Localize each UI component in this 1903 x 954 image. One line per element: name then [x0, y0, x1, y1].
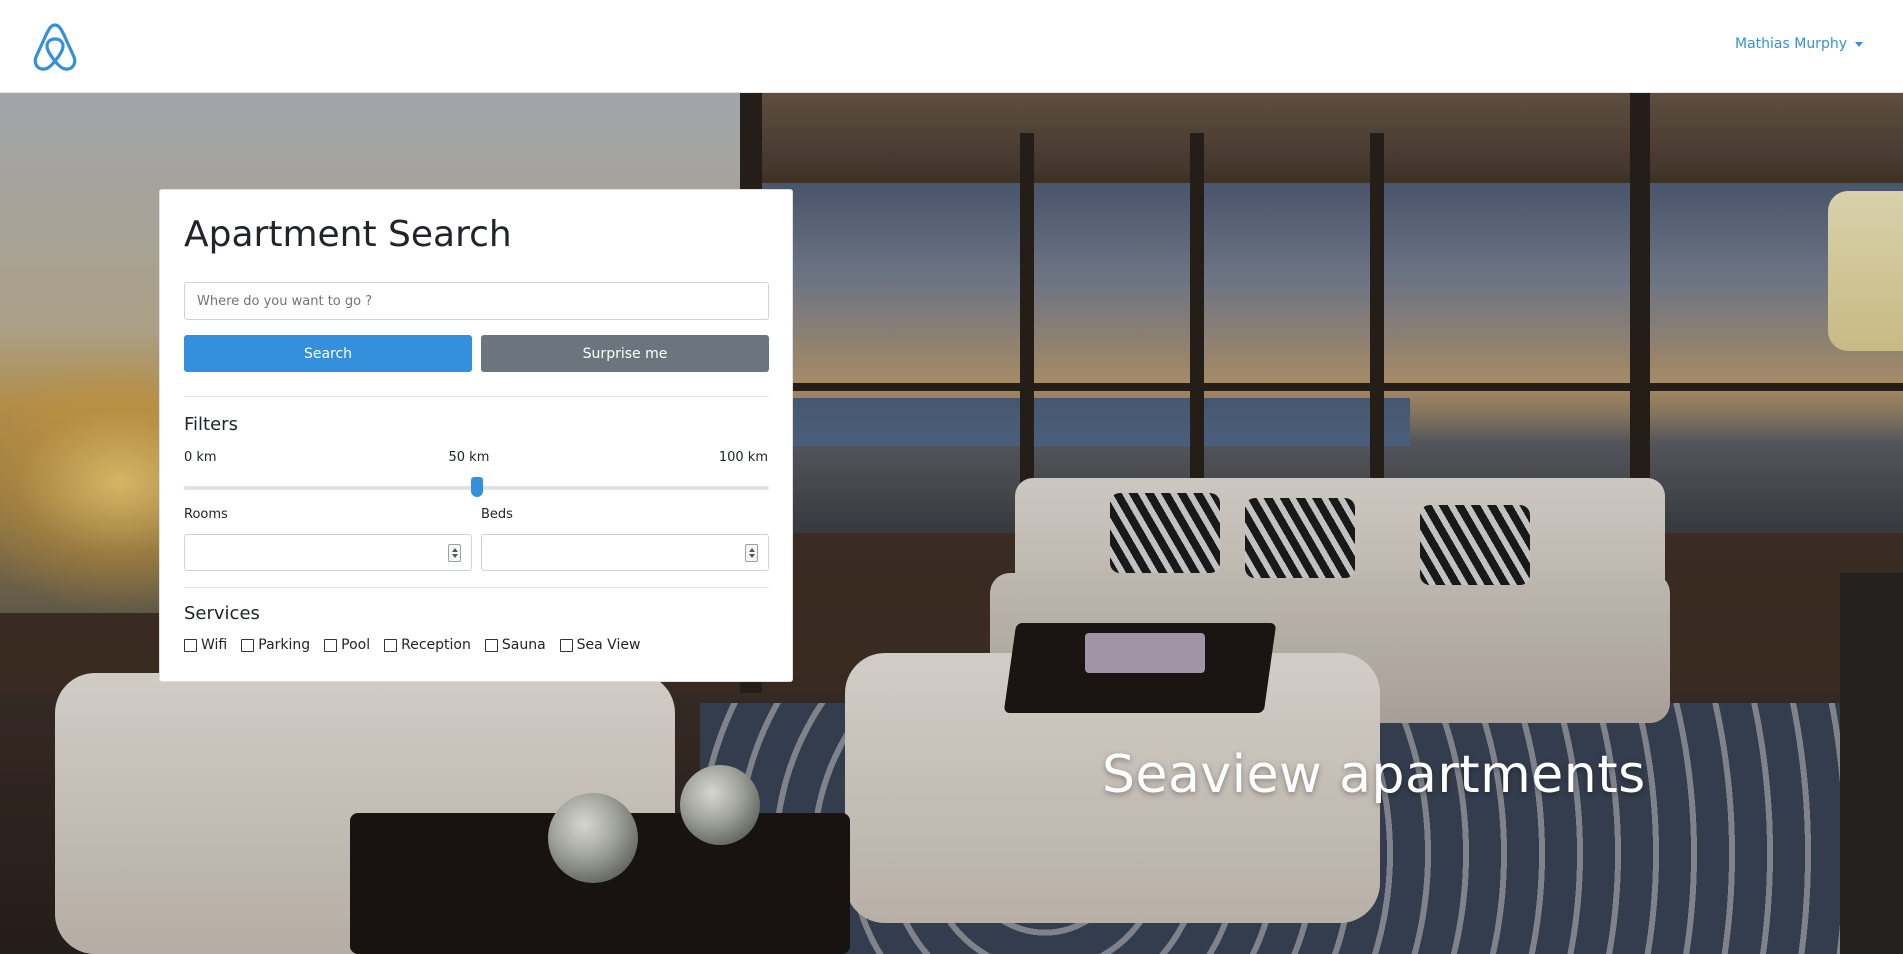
filters-title: Filters — [184, 414, 238, 435]
destination-search-input[interactable] — [184, 282, 769, 320]
user-menu-dropdown[interactable]: Mathias Murphy — [1735, 36, 1863, 52]
apartment-search-card: Apartment Search Search Surprise me Filt… — [159, 189, 793, 682]
beds-stepper-icon[interactable] — [745, 544, 758, 562]
surprise-me-button[interactable]: Surprise me — [481, 335, 769, 372]
service-label: Sauna — [501, 637, 546, 653]
service-label: Wifi — [201, 637, 228, 653]
services-title: Services — [184, 603, 260, 624]
top-navbar: Mathias Murphy — [0, 0, 1903, 93]
rooms-label: Rooms — [184, 507, 228, 522]
service-label: Reception — [401, 637, 471, 653]
checkbox[interactable] — [384, 638, 398, 652]
service-label: Parking — [258, 637, 311, 653]
rooms-stepper-icon[interactable] — [448, 544, 461, 562]
checkbox[interactable] — [324, 638, 338, 652]
distance-slider-handle[interactable] — [470, 477, 483, 497]
services-checkbox-group: Wifi Parking Pool Reception Sauna Sea Vi… — [184, 637, 640, 653]
service-label: Pool — [341, 637, 371, 653]
service-option-wifi[interactable]: Wifi — [184, 637, 227, 653]
service-label: Sea View — [576, 637, 641, 653]
checkbox[interactable] — [559, 638, 573, 652]
checkbox[interactable] — [484, 638, 498, 652]
service-option-sea-view[interactable]: Sea View — [559, 637, 641, 653]
service-option-sauna[interactable]: Sauna — [484, 637, 546, 653]
card-title: Apartment Search — [184, 214, 512, 255]
rooms-number-input[interactable] — [184, 534, 472, 571]
chevron-down-icon — [1855, 41, 1863, 47]
user-name: Mathias Murphy — [1735, 36, 1847, 52]
distance-max-label: 100 km — [718, 450, 768, 465]
distance-current-label: 50 km — [448, 450, 490, 465]
service-option-reception[interactable]: Reception — [384, 637, 471, 653]
distance-min-label: 0 km — [184, 450, 217, 465]
divider — [184, 587, 769, 588]
checkbox[interactable] — [184, 638, 197, 652]
airbnb-logo-icon[interactable] — [31, 21, 79, 73]
checkbox[interactable] — [241, 638, 255, 652]
divider — [184, 396, 769, 397]
search-button[interactable]: Search — [184, 335, 472, 372]
hero-title: Seaview apartments — [1102, 745, 1646, 805]
service-option-pool[interactable]: Pool — [324, 637, 370, 653]
service-option-parking[interactable]: Parking — [241, 637, 310, 653]
beds-label: Beds — [481, 507, 513, 522]
beds-number-input[interactable] — [481, 534, 769, 571]
